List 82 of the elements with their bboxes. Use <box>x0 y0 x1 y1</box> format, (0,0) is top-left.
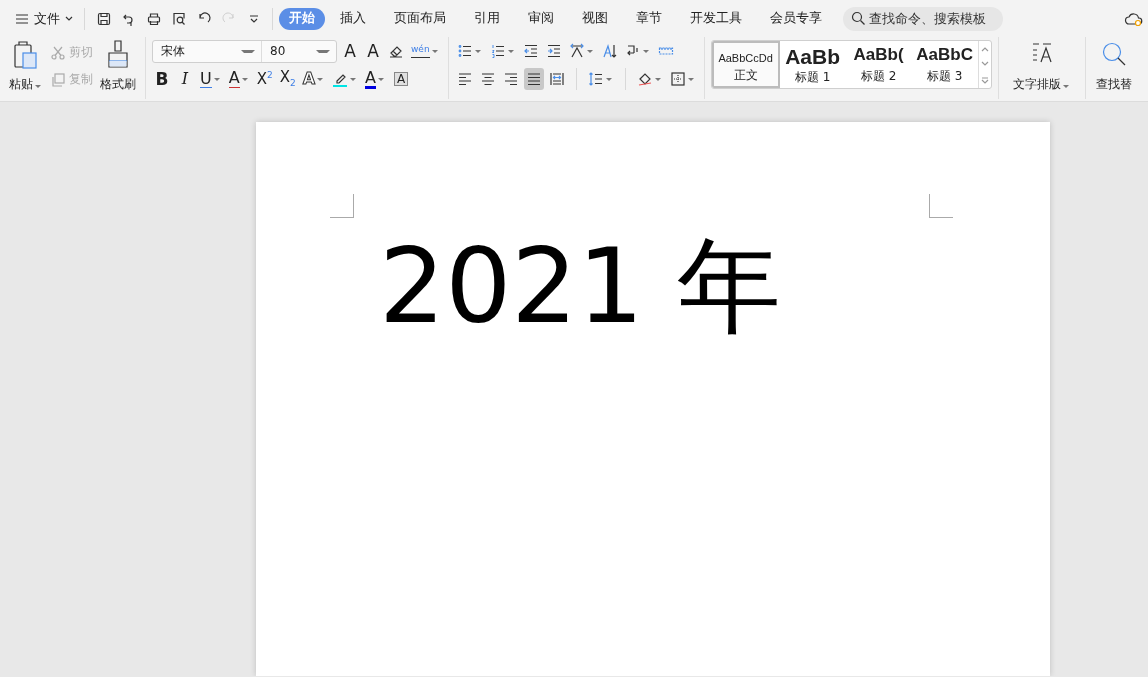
copy-icon <box>50 71 66 88</box>
align-left-icon <box>456 71 473 87</box>
printer-icon <box>145 10 162 27</box>
strike-button[interactable]: A <box>226 68 252 91</box>
ribbon-tab[interactable]: 审阅 <box>515 7 567 30</box>
style-label: 标题 2 <box>860 68 897 85</box>
dropdown-caret-icon <box>586 49 593 53</box>
underline-button[interactable]: U <box>198 68 224 91</box>
asian-layout-icon <box>568 43 585 59</box>
dropdown-caret-icon <box>642 49 649 53</box>
grow-button[interactable]: A <box>340 40 360 63</box>
dropdown-caret-icon <box>1062 85 1069 88</box>
style-label: 标题 3 <box>926 68 963 85</box>
style-option[interactable]: AaBbCcDd 正文 <box>711 41 780 88</box>
increase-indent-icon <box>545 43 562 59</box>
text-layout-button[interactable]: 文字排版 <box>1004 37 1079 99</box>
dropdown-caret-icon <box>507 49 514 53</box>
style-option[interactable]: AaBb( 标题 2 <box>845 41 912 88</box>
style-sample: AaBb( <box>853 45 904 65</box>
dropdown-caret-icon <box>35 85 41 88</box>
dropdown-caret-icon <box>687 77 694 81</box>
paintbrush-icon <box>106 39 130 71</box>
shade-button[interactable]: A <box>391 68 412 91</box>
dropdown-caret-icon <box>431 49 438 53</box>
preview-icon <box>170 10 187 27</box>
justify-button[interactable] <box>523 68 544 90</box>
gallery-expand-icon <box>980 76 989 85</box>
find-replace-button[interactable]: 查找替 <box>1091 37 1136 99</box>
save-icon <box>95 10 112 27</box>
numbered-list-icon <box>489 43 506 59</box>
ribbon-tab[interactable]: 引用 <box>461 7 513 30</box>
style-option[interactable]: AaBb 标题 1 <box>779 41 846 88</box>
sub-button[interactable]: X$_{2}$ <box>277 68 298 91</box>
outline-button[interactable]: A <box>300 68 328 91</box>
style-sample: AaBb <box>785 45 841 69</box>
style-sample: AaBbCcDd <box>718 52 773 64</box>
search-icon <box>1100 41 1127 67</box>
decrease-indent-icon <box>522 43 539 59</box>
dropdown-caret-icon <box>474 49 481 53</box>
margin-corner-mark <box>330 194 354 218</box>
dropdown-caret-icon <box>213 77 220 81</box>
dropdown-caret-icon <box>605 77 612 81</box>
distribute-icon <box>548 71 565 87</box>
style-sample: AaBbC <box>916 45 973 65</box>
dropdown-caret-icon <box>241 77 248 81</box>
ribbon-tab[interactable]: 会员专享 <box>757 7 835 30</box>
shrink-button[interactable]: A <box>363 40 383 63</box>
cloud-icon <box>1124 10 1144 27</box>
ribbon-tab[interactable]: 页面布局 <box>381 7 459 30</box>
scissors-icon <box>50 44 66 61</box>
sort-icon <box>601 43 618 59</box>
align-right-icon <box>502 71 519 87</box>
align-center-icon <box>479 71 496 87</box>
ribbon-tab[interactable]: 视图 <box>569 7 621 30</box>
line-spacing-icon <box>587 71 604 87</box>
color-button[interactable]: A <box>363 68 389 91</box>
super-button[interactable]: X$^{2}$ <box>254 68 275 91</box>
style-label: 标题 1 <box>794 69 831 86</box>
style-option[interactable]: AaBbC 标题 3 <box>911 41 978 88</box>
bullet-list-icon <box>456 43 473 59</box>
margin-corner-mark <box>929 194 953 218</box>
pinyin-button[interactable]: wén <box>409 40 442 63</box>
search-field[interactable]: 查找命令、搜索模板 <box>843 6 1003 31</box>
format-painter-button[interactable]: 格式刷 <box>97 37 139 99</box>
borders-icon <box>669 71 686 87</box>
ribbon-tab[interactable]: 开发工具 <box>677 7 755 30</box>
ribbon-tab[interactable]: 插入 <box>327 7 379 30</box>
italic-button[interactable]: I <box>175 68 195 91</box>
file-menu[interactable]: 文件 <box>10 7 78 30</box>
document-text: 2021 年 <box>379 234 781 338</box>
style-label: 正文 <box>733 67 758 84</box>
ribbon-tab[interactable]: 章节 <box>623 7 675 30</box>
dropdown-caret-icon <box>654 77 661 81</box>
clipboard-icon <box>13 39 39 71</box>
bold-button[interactable]: B <box>152 68 172 91</box>
dropdown-caret-icon <box>317 77 324 81</box>
paste-button[interactable]: 粘贴 <box>6 37 46 99</box>
dropdown-caret-icon <box>378 77 385 81</box>
search-icon <box>851 11 866 26</box>
dropdown-caret-icon <box>350 77 357 81</box>
justify-icon <box>525 71 542 87</box>
shading-icon <box>636 71 653 87</box>
